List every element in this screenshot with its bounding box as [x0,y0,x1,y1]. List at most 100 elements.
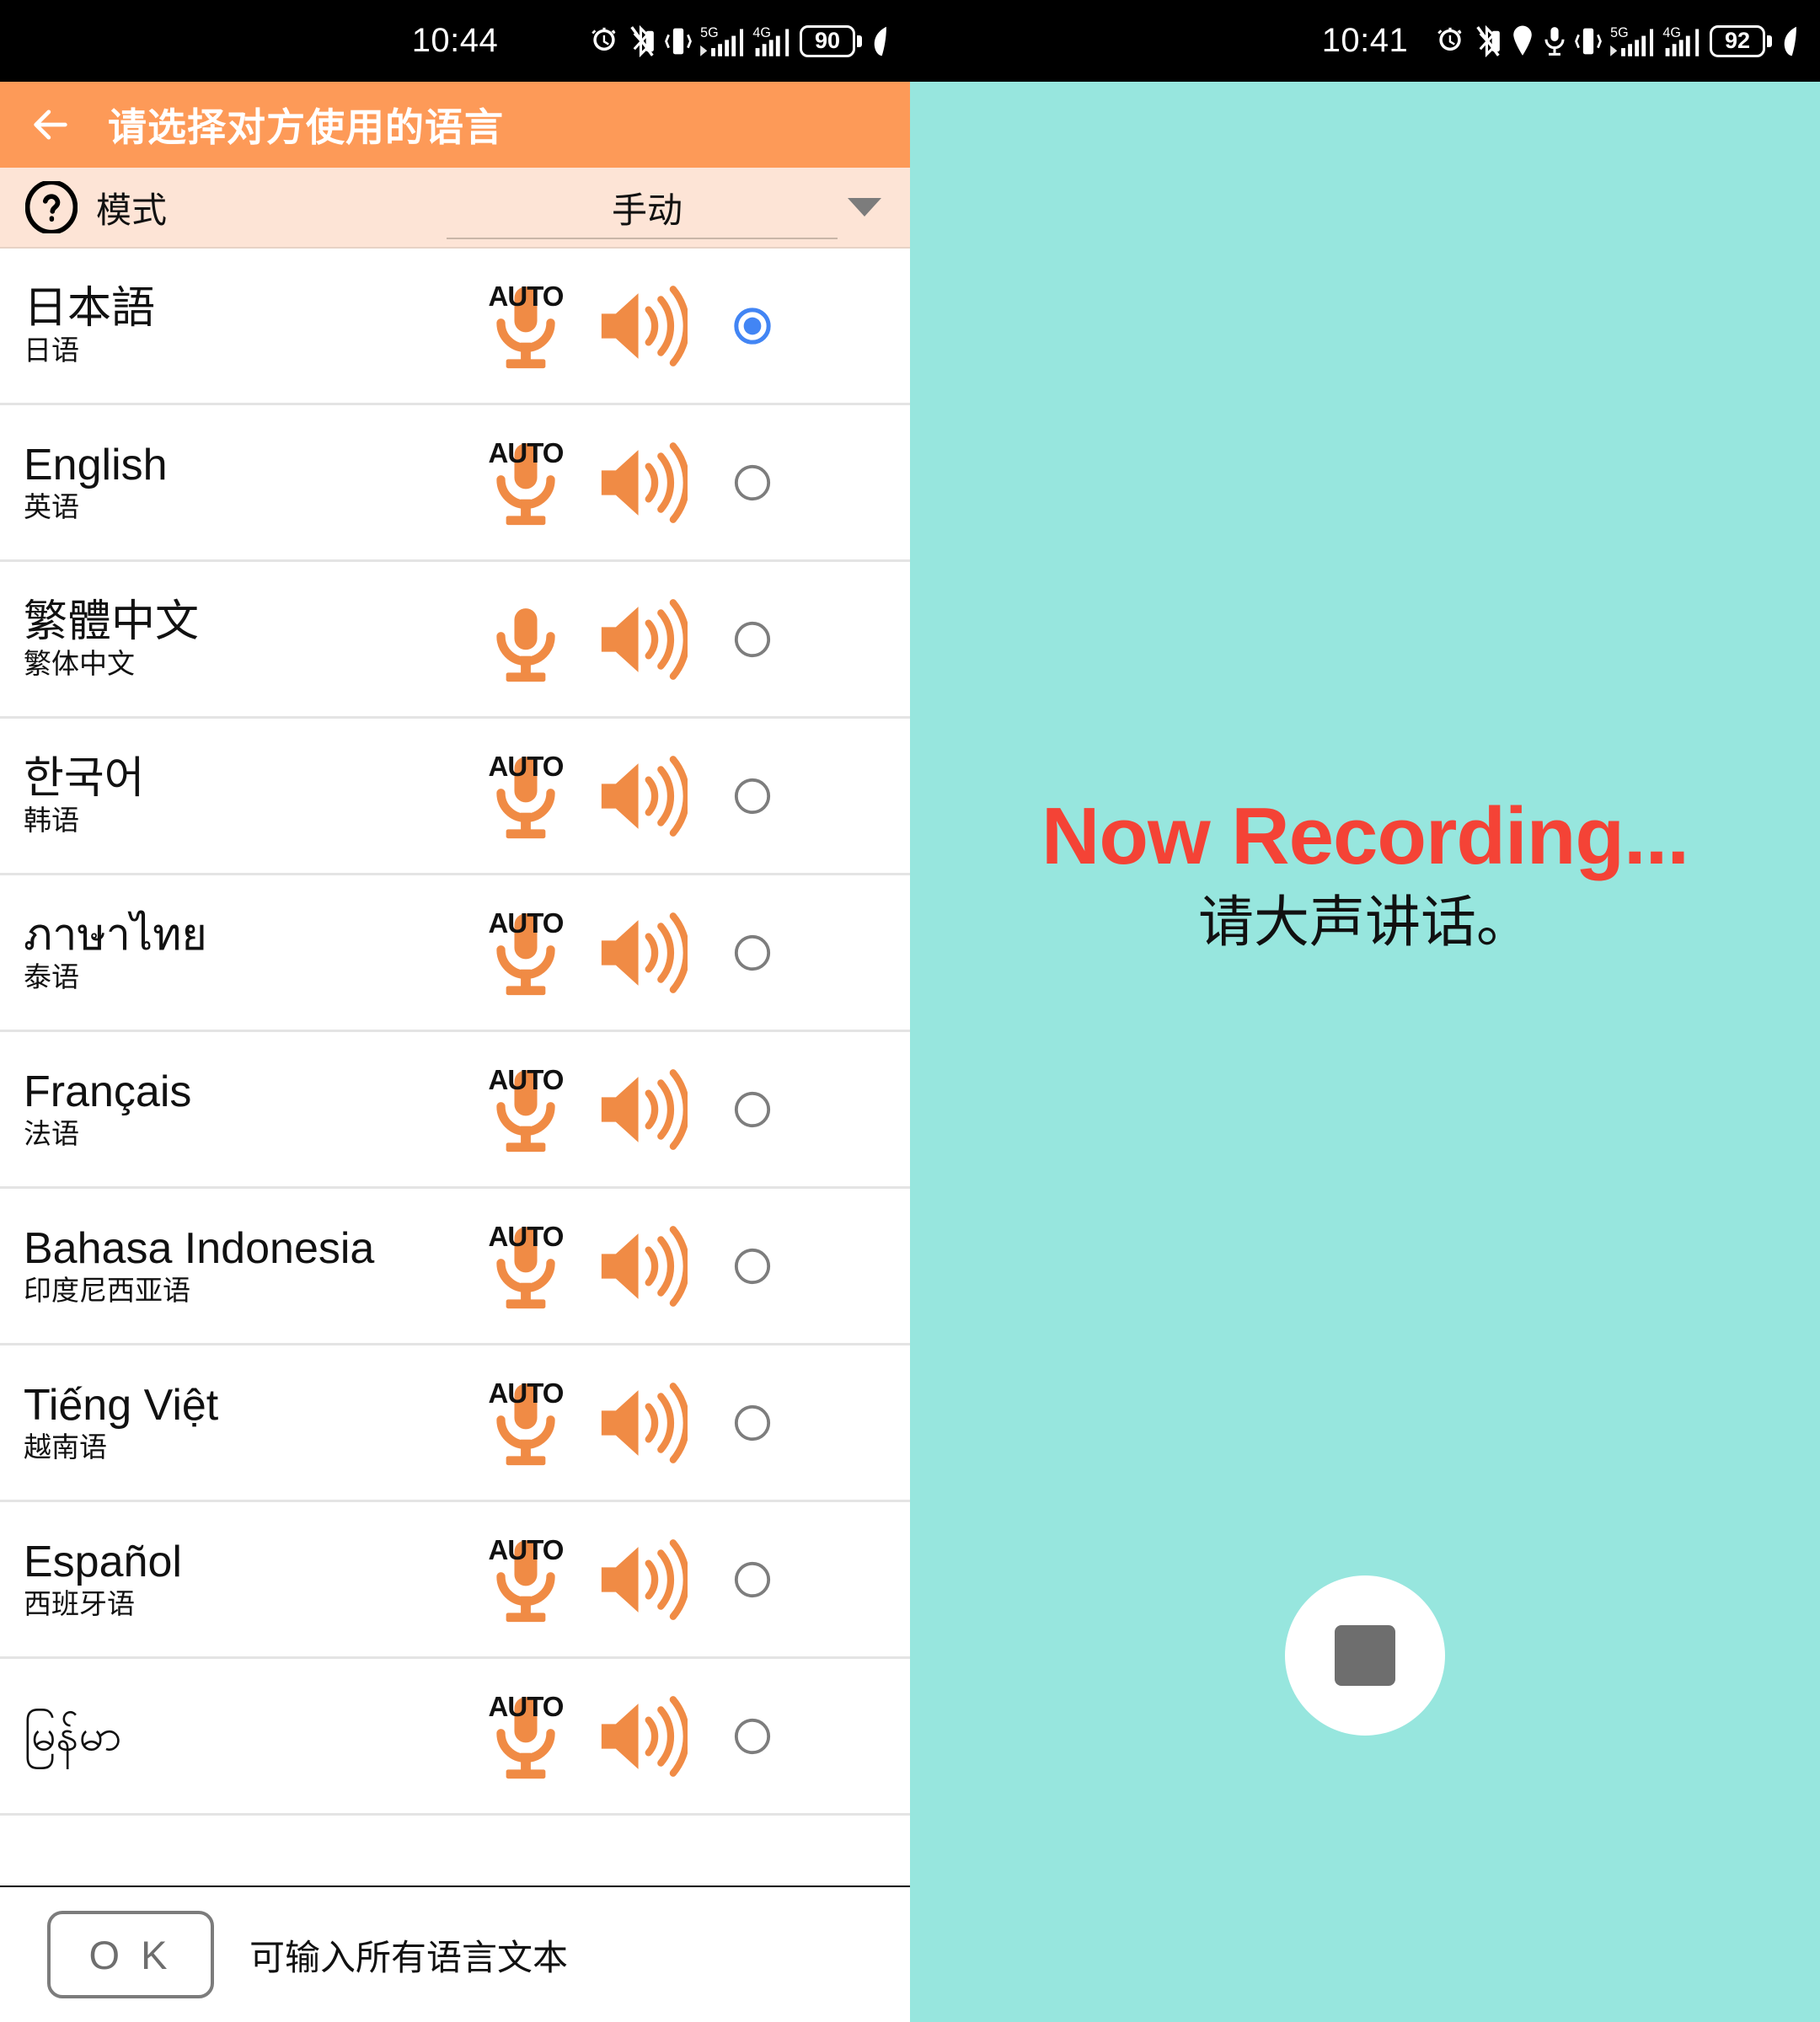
bottom-bar: O K 可输入所有语言文本 [0,1887,910,2022]
speaker-icon[interactable] [593,283,688,369]
radio-button[interactable] [733,1247,772,1286]
signal-5g-icon: 5G [1610,25,1654,56]
radio-button[interactable] [733,1717,772,1756]
microphone-button[interactable]: AUTO [470,1367,581,1479]
status-clock: 10:44 [411,22,499,59]
auto-label: AUTO [488,907,565,939]
language-chinese-name: 法语 [24,1118,79,1150]
battery-icon: 90 [800,24,862,57]
mode-dropdown[interactable]: 手动 [447,167,885,248]
auto-label: AUTO [488,436,565,468]
leaf-icon [874,26,886,56]
auto-label: AUTO [488,1690,565,1722]
stop-square-icon [1335,1625,1395,1686]
back-arrow-icon[interactable] [29,103,72,147]
language-chinese-name: 印度尼西亚语 [24,1275,190,1307]
signal-5g-icon: 5G [700,25,744,56]
battery-nub [857,35,862,47]
alarm-icon [592,27,616,51]
speaker-icon[interactable] [593,910,688,996]
language-row[interactable]: Français 法语 AUTO [0,1032,910,1189]
auto-label: AUTO [488,280,565,312]
mode-label: 模式 [96,190,168,230]
language-controls: AUTO [470,897,772,1008]
language-row[interactable]: Tiếng Việt 越南语 AUTO [0,1345,910,1502]
location-icon [1513,25,1532,56]
language-names: Español 西班牙语 [24,1538,470,1619]
radio-button[interactable] [733,777,772,816]
microphone-icon [1544,26,1565,56]
speaker-icon[interactable] [593,596,688,682]
status-clock: 10:41 [1321,22,1409,59]
radio-button[interactable] [733,1404,772,1442]
recording-screen: 10:41 5G 4G 92 Now Recording... 请大声讲话。 [910,0,1820,2022]
language-controls: AUTO [470,1524,772,1635]
language-names: English 英语 [24,441,470,522]
language-selection-screen: 10:44 5G 4G 90 请选择对方使用的语言 模式 手动 日本語 日语 A… [0,0,910,2022]
bluetooth-muted-icon [1476,24,1500,57]
speaker-icon[interactable] [593,440,688,526]
language-row[interactable]: ภาษาไทย 泰语 AUTO [0,875,910,1032]
radio-button-selected[interactable] [733,307,772,345]
language-chinese-name: 泰语 [24,961,79,993]
speaker-icon[interactable] [593,1223,688,1309]
language-controls: AUTO [470,1211,772,1322]
language-row[interactable]: 日本語 日语 AUTO [0,249,910,405]
microphone-button[interactable]: AUTO [470,897,581,1008]
language-chinese-name: 日语 [24,334,79,366]
ok-button[interactable]: O K [47,1911,214,1998]
microphone-button[interactable]: AUTO [470,1524,581,1635]
svg-text:4G: 4G [1662,25,1681,40]
language-row[interactable]: 繁體中文 繁体中文 [0,562,910,719]
language-row[interactable]: English 英语 AUTO [0,405,910,562]
language-controls [470,584,772,695]
language-native-name: 한국어 [24,754,145,804]
microphone-button[interactable]: AUTO [470,427,581,538]
language-controls: AUTO [470,741,772,852]
language-native-name: Bahasa Indonesia [24,1224,375,1274]
radio-button[interactable] [733,1560,772,1599]
page-title: 请选择对方使用的语言 [108,105,504,149]
microphone-button[interactable]: AUTO [470,1211,581,1322]
language-controls: AUTO [470,270,772,382]
speaker-icon[interactable] [593,1067,688,1153]
language-names: Tiếng Việt 越南语 [24,1382,470,1463]
language-names: 繁體中文 繁体中文 [24,598,470,679]
radio-button[interactable] [733,933,772,972]
mode-bar: 模式 手动 [0,168,910,249]
microphone-button[interactable]: AUTO [470,1681,581,1792]
language-native-name: English [24,441,168,490]
language-list[interactable]: 日本語 日语 AUTO English 英语 AUTO 繁體中文 繁体中文 한국어 韩语 AUTO ภ… [0,249,910,1886]
battery-nub [1767,35,1772,47]
auto-label: AUTO [488,750,565,782]
battery-icon: 92 [1710,24,1772,57]
language-chinese-name: 英语 [24,491,79,523]
microphone-button[interactable]: AUTO [470,1054,581,1165]
radio-button[interactable] [733,463,772,502]
speaker-icon[interactable] [593,1380,688,1466]
microphone-button[interactable]: AUTO [470,741,581,852]
language-row[interactable]: မြန်မာ AUTO [0,1659,910,1816]
chevron-down-icon [848,198,881,217]
language-row[interactable]: Bahasa Indonesia 印度尼西亚语 AUTO [0,1189,910,1345]
language-chinese-name: 韩语 [24,805,79,837]
svg-text:4G: 4G [752,25,771,40]
radio-button[interactable] [733,1090,772,1129]
recording-subtitle: 请大声讲话。 [1198,890,1532,953]
radio-button[interactable] [733,620,772,659]
recording-panel: Now Recording... 请大声讲话。 [910,82,1820,2022]
microphone-button[interactable] [470,584,581,695]
auto-label: AUTO [488,1377,565,1409]
speaker-icon[interactable] [593,1537,688,1623]
language-names: မြန်မာ [24,1712,470,1759]
bluetooth-muted-icon [630,24,654,57]
stop-recording-button[interactable] [1285,1575,1445,1736]
language-row[interactable]: 한국어 韩语 AUTO [0,719,910,875]
help-question-icon[interactable] [25,181,78,233]
language-row[interactable]: Español 西班牙语 AUTO [0,1502,910,1659]
speaker-icon[interactable] [593,753,688,839]
microphone-button[interactable]: AUTO [470,270,581,382]
microphone-icon[interactable] [476,590,575,689]
speaker-icon[interactable] [593,1693,688,1779]
battery-level: 92 [1710,24,1765,57]
